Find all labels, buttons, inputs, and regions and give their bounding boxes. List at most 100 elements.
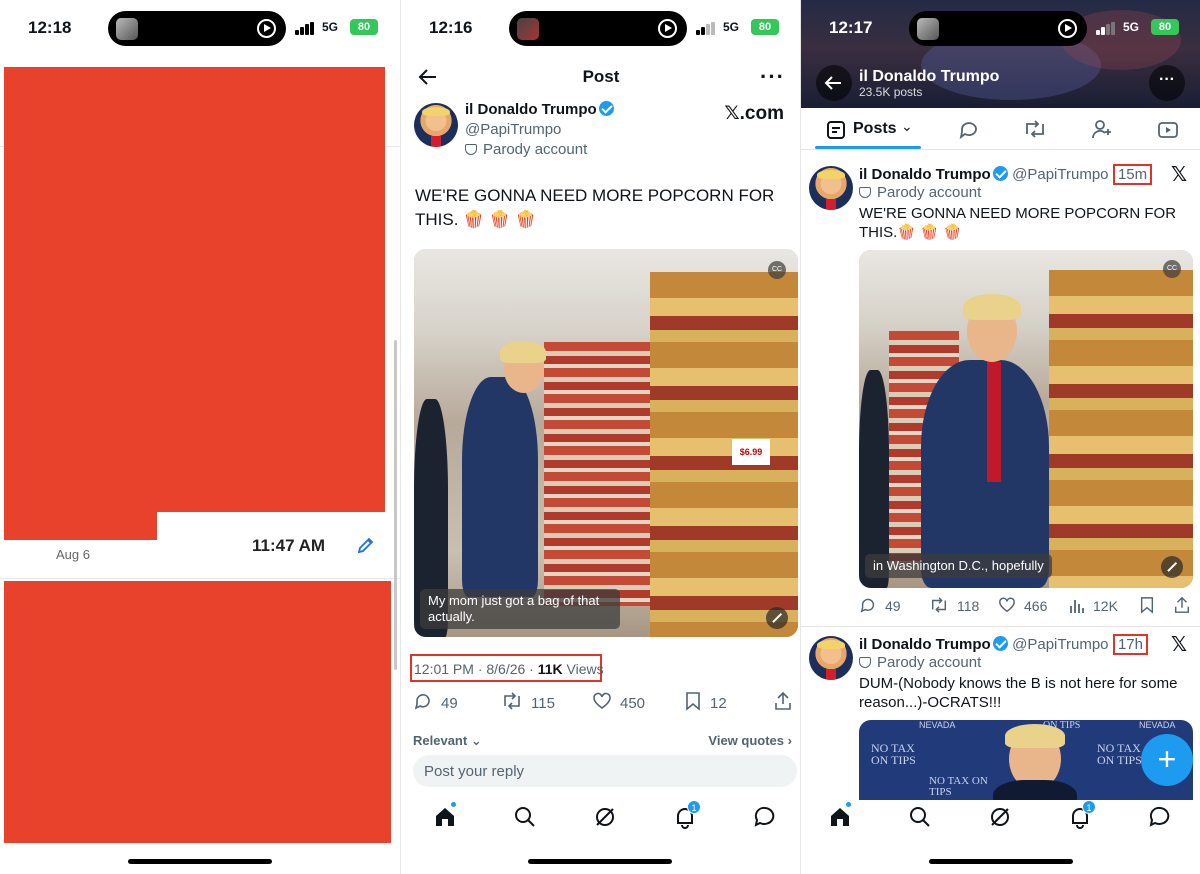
post-time[interactable]: 15m <box>1112 164 1153 185</box>
repost-button[interactable]: 118 <box>929 596 979 614</box>
dynamic-island[interactable] <box>509 11 687 46</box>
grok-icon[interactable] <box>987 804 1013 830</box>
x-logo-icon: 𝕏 <box>1171 634 1188 656</box>
post-meta: 12:01 PM · 8/6/26 · 11K Views <box>410 654 604 682</box>
mute-icon[interactable] <box>766 607 788 629</box>
more-icon[interactable]: ··· <box>1149 65 1185 101</box>
cc-icon[interactable]: CC <box>768 261 786 279</box>
bookmark-button[interactable]: 12 <box>684 691 727 712</box>
author-name[interactable]: il Donaldo Trumpo <box>859 636 991 653</box>
image-scene <box>1005 724 1065 748</box>
messages-icon[interactable] <box>752 804 778 830</box>
cc-icon[interactable]: CC <box>1163 260 1181 278</box>
video-scene <box>462 377 538 597</box>
home-icon[interactable] <box>432 804 458 830</box>
grok-icon[interactable] <box>592 804 618 830</box>
image-sign-text: NO TAX ON TIPS <box>929 775 988 798</box>
tab-posts[interactable]: Posts <box>853 120 897 138</box>
view-quotes-label: View quotes <box>708 733 785 748</box>
play-icon[interactable] <box>658 19 677 38</box>
bookmark-count: 12 <box>710 695 727 712</box>
scroll-indicator[interactable] <box>394 340 397 670</box>
compose-button[interactable]: + <box>1141 734 1193 786</box>
like-button[interactable]: 450 <box>592 691 645 712</box>
video-caption: My mom just got a bag of that actually. <box>420 589 620 629</box>
status-bar: 12:16 5G 80 <box>401 0 800 56</box>
chevron-down-icon: ⌄ <box>470 733 482 748</box>
reply-input[interactable] <box>413 755 797 787</box>
video-scene <box>987 362 1001 482</box>
battery-badge: 80 <box>751 19 779 35</box>
avatar[interactable] <box>809 166 853 210</box>
views-button[interactable]: 12K <box>1069 596 1118 614</box>
avatar[interactable] <box>414 103 458 147</box>
author-name[interactable]: il Donaldo Trumpo <box>465 101 597 118</box>
status-bar: 12:18 5G 80 <box>0 0 400 56</box>
edit-icon[interactable] <box>356 535 376 555</box>
author-handle[interactable]: @PapiTrumpo <box>465 121 561 138</box>
chevron-down-icon[interactable]: ⌄ <box>901 118 913 135</box>
home-indicator[interactable] <box>128 859 272 864</box>
view-quotes-link[interactable]: View quotes › <box>708 733 792 748</box>
tab-reposts[interactable] <box>1023 119 1047 139</box>
avatar[interactable] <box>809 636 853 680</box>
tab-affiliates[interactable] <box>1091 118 1113 140</box>
tab-replies[interactable] <box>958 119 980 139</box>
repost-icon <box>504 692 520 710</box>
now-playing-thumb <box>917 18 939 40</box>
home-indicator[interactable] <box>528 859 672 864</box>
author-name[interactable]: il Donaldo Trumpo <box>859 166 991 183</box>
now-playing-thumb <box>116 18 138 40</box>
parody-mask-icon <box>859 657 871 668</box>
share-icon[interactable] <box>773 690 793 712</box>
parody-mask-icon <box>859 187 871 198</box>
views-icon <box>1070 600 1084 613</box>
sort-relevant[interactable]: Relevant ⌄ <box>413 733 482 749</box>
more-icon[interactable]: ··· <box>760 66 785 88</box>
search-icon[interactable] <box>907 804 933 830</box>
divider <box>801 626 1200 627</box>
network-label: 5G <box>723 20 740 34</box>
signal-icon <box>295 22 317 35</box>
video-player[interactable]: CC in Washington D.C., hopefully <box>859 250 1193 588</box>
messages-icon[interactable] <box>1147 804 1173 830</box>
network-label: 5G <box>322 20 339 34</box>
video-player[interactable]: $6.99 CC My mom just got a bag of that a… <box>414 249 798 637</box>
back-button[interactable] <box>816 65 852 101</box>
parody-label: Parody account <box>859 184 981 202</box>
bookmark-icon[interactable] <box>1139 596 1155 614</box>
reply-icon <box>860 598 875 613</box>
reply-button[interactable]: 49 <box>413 691 458 712</box>
play-icon[interactable] <box>257 19 276 38</box>
author-handle[interactable]: @PapiTrumpo <box>1012 636 1108 653</box>
now-playing-thumb <box>517 18 539 40</box>
repost-count: 118 <box>957 598 980 614</box>
repost-button[interactable]: 115 <box>501 691 555 712</box>
tab-underline <box>815 146 921 149</box>
dynamic-island[interactable] <box>909 11 1087 46</box>
search-icon[interactable] <box>512 804 538 830</box>
divider <box>0 578 400 579</box>
author-handle[interactable]: @PapiTrumpo <box>1012 166 1108 183</box>
dynamic-island[interactable] <box>108 11 286 46</box>
home-dot <box>846 802 851 807</box>
tweet-text: WE'RE GONNA NEED MORE POPCORN FOR THIS. … <box>415 186 775 229</box>
like-count: 450 <box>620 695 646 712</box>
post-time[interactable]: 17h <box>1112 634 1148 655</box>
home-icon[interactable] <box>827 804 853 830</box>
tab-media[interactable] <box>1157 118 1179 140</box>
image-sign-text: NEVADA <box>919 720 956 730</box>
parody-text: Parody account <box>483 141 588 158</box>
home-indicator[interactable] <box>929 859 1073 864</box>
mute-icon[interactable] <box>1161 556 1183 578</box>
play-icon[interactable] <box>1058 19 1077 38</box>
panel-messages: 12:18 5G 80 Aug 6 11:47 AM <box>0 0 400 874</box>
page-title: Post <box>582 67 620 86</box>
like-button[interactable]: 466 <box>998 596 1047 614</box>
like-count: 466 <box>1024 598 1048 614</box>
reply-button[interactable]: 49 <box>859 596 901 614</box>
signal-icon <box>696 22 718 35</box>
share-icon[interactable] <box>1173 595 1191 615</box>
panel-profile: 12:17 5G 80 il Donaldo Trumpo 23.5K post… <box>800 0 1200 874</box>
video-scene <box>544 342 654 606</box>
